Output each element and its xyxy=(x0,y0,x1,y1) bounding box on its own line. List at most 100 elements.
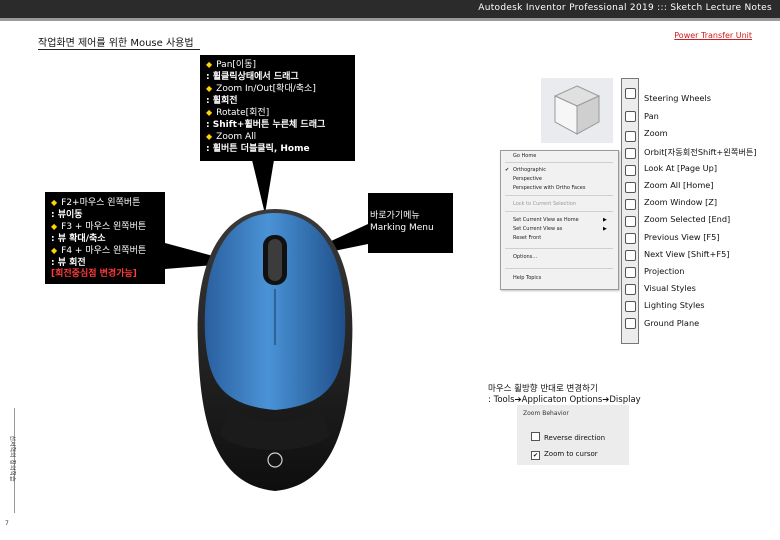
lighting-styles-icon[interactable] xyxy=(625,301,636,312)
nav-label-lighting-styles: Lighting Styles xyxy=(644,300,705,310)
viewcube-context-menu[interactable]: Go Home ✔ Orthographic Perspective Perspe… xyxy=(500,150,619,290)
ground-plane-icon[interactable] xyxy=(625,318,636,329)
nav-label-ground-plane: Ground Plane xyxy=(644,318,700,328)
pan-icon[interactable] xyxy=(625,111,636,122)
callout-line-text: [회전중심점 변경가능] xyxy=(51,269,137,279)
callout-line-text: F4 + 마우스 왼쪽버튼 xyxy=(61,246,147,256)
unit-link[interactable]: Power Transfer Unit xyxy=(674,31,752,40)
next-view-icon[interactable] xyxy=(625,250,636,261)
zoom-to-cursor-option[interactable]: ✔ Zoom to cursor xyxy=(531,450,598,460)
zoom-window-icon[interactable] xyxy=(625,199,636,210)
callout-line: : 뷰이동 xyxy=(51,210,159,222)
check-icon: ✔ xyxy=(505,167,510,173)
menu-item-lock-selection: Lock to Current Selection xyxy=(513,201,577,207)
menu-separator xyxy=(505,268,613,269)
callout-line-text: F2+마우스 왼쪽버튼 xyxy=(61,198,141,208)
nav-label-zoom-window: Zoom Window [Z] xyxy=(644,197,718,207)
zoom-behavior-legend: Zoom Behavior xyxy=(523,410,569,417)
nav-label-next-view: Next View [Shift+F5] xyxy=(644,249,730,259)
visual-styles-icon[interactable] xyxy=(625,284,636,295)
mouse-wheel-callout: ◆ Pan[이동]: 휠클릭상태에서 드래그 ◆ Zoom In/Out[확대/축소]… xyxy=(200,55,355,161)
title-divider xyxy=(0,18,780,21)
callout-line-text: Zoom All xyxy=(216,132,257,142)
menu-item-go-home[interactable]: Go Home xyxy=(513,153,536,159)
submenu-arrow-icon: ▶ xyxy=(603,226,607,232)
diamond-bullet-icon: ◆ xyxy=(206,84,213,93)
callout-line-text: : 뷰이동 xyxy=(51,209,83,220)
diamond-bullet-icon: ◆ xyxy=(206,108,213,117)
reverse-wheel-title: 마우스 휠방향 반대로 변경하기 xyxy=(488,384,598,394)
callout-line: : 뷰 확대/축소 xyxy=(51,234,159,246)
menu-item-orthographic[interactable]: ✔ Orthographic xyxy=(505,167,546,173)
nav-label-zoom-selected: Zoom Selected [End] xyxy=(644,214,731,224)
menu-item-help[interactable]: Help Topics xyxy=(513,275,541,281)
callout-line: : 휠클릭상태에서 드래그 xyxy=(206,72,349,84)
callout-line-text: : 뷰 회전 xyxy=(51,257,86,268)
nav-label-orbit: Orbit[자동회전Shift+왼쪽버튼] xyxy=(644,147,757,157)
callout-line-text: Zoom In/Out[확대/축소] xyxy=(216,84,316,94)
menu-item-perspective-ortho[interactable]: Perspective with Ortho Faces xyxy=(513,185,585,191)
marking-menu-label-ko: 바로가기메뉴 xyxy=(370,211,420,221)
nav-label-pan: Pan xyxy=(644,111,659,121)
viewcube-icon[interactable] xyxy=(541,78,613,143)
callout-line-text: Pan[이동] xyxy=(216,60,256,70)
callout-line: ◆ Zoom All xyxy=(206,131,349,144)
nav-label-look-at: Look At [Page Up] xyxy=(644,163,718,173)
callout-line-text: : 휠회전 xyxy=(206,95,238,106)
submenu-arrow-icon: ▶ xyxy=(603,217,607,223)
callout-line-text: F3 + 마우스 왼쪽버튼 xyxy=(61,222,147,232)
side-label: 신서혁의 창의학습 xyxy=(3,410,16,510)
document-title: Autodesk Inventor Professional 2019 ::: … xyxy=(478,3,772,13)
page-number: 7 xyxy=(5,520,9,527)
callout-line: ◆ Rotate[회전] xyxy=(206,107,349,120)
orbit-icon[interactable] xyxy=(625,148,636,159)
callout-line: ◆ Zoom In/Out[확대/축소] xyxy=(206,83,349,96)
callout-line-text: : 휠클릭상태에서 드래그 xyxy=(206,71,299,82)
marking-menu-callout: 바로가기메뉴 Marking Menu xyxy=(368,193,453,253)
menu-item-set-home[interactable]: Set Current View as Home xyxy=(513,217,579,223)
callout-line: [회전중심점 변경가능] xyxy=(51,269,159,281)
zoom-selected-icon[interactable] xyxy=(625,216,636,227)
section-title: 작업화면 제어를 위한 Mouse 사용법 xyxy=(38,34,200,50)
menu-item-reset-front[interactable]: Reset Front xyxy=(513,235,541,241)
diamond-bullet-icon: ◆ xyxy=(51,222,58,231)
zoom-all-icon[interactable] xyxy=(625,182,636,193)
function-key-callout: ◆ F2+마우스 왼쪽버튼: 뷰이동 ◆ F3 + 마우스 왼쪽버튼: 뷰 확대/축소… xyxy=(45,192,165,284)
nav-label-projection: Projection xyxy=(644,266,685,276)
look-at-icon[interactable] xyxy=(625,165,636,176)
previous-view-icon[interactable] xyxy=(625,233,636,244)
callout-line: : 휠회전 xyxy=(206,96,349,108)
nav-label-previous-view: Previous View [F5] xyxy=(644,232,720,242)
reverse-direction-option[interactable]: Reverse direction xyxy=(531,432,605,442)
menu-separator xyxy=(505,195,613,196)
callout-line: ◆ F4 + 마우스 왼쪽버튼 xyxy=(51,245,159,258)
menu-item-perspective[interactable]: Perspective xyxy=(513,176,542,182)
diamond-bullet-icon: ◆ xyxy=(51,198,58,207)
marking-menu-label-en: Marking Menu xyxy=(370,222,434,233)
menu-item-label: Orthographic xyxy=(513,167,546,173)
menu-separator xyxy=(505,162,613,163)
nav-label-steering-wheels: Steering Wheels xyxy=(644,93,712,103)
zoom-to-cursor-checkbox[interactable]: ✔ xyxy=(531,451,540,460)
callout-line-text: Rotate[회전] xyxy=(216,108,270,118)
menu-item-options[interactable]: Options... xyxy=(513,254,537,260)
zoom-behavior-panel: Zoom Behavior Reverse direction ✔ Zoom to… xyxy=(517,405,629,465)
zoom-icon[interactable] xyxy=(625,131,636,142)
projection-icon[interactable] xyxy=(625,267,636,278)
diamond-bullet-icon: ◆ xyxy=(51,246,58,255)
callout-line-text: : 휠버튼 더블클릭, Home xyxy=(206,143,310,154)
nav-label-zoom: Zoom xyxy=(644,128,668,138)
callout-line: : Shift+휠버튼 누른체 드래그 xyxy=(206,120,349,132)
navigation-toolbar[interactable] xyxy=(621,78,639,344)
menu-separator xyxy=(505,211,613,212)
diamond-bullet-icon: ◆ xyxy=(206,132,213,141)
zoom-to-cursor-label: Zoom to cursor xyxy=(544,450,598,458)
steering-wheels-icon[interactable] xyxy=(625,88,636,99)
callout-line: ◆ Pan[이동] xyxy=(206,59,349,72)
reverse-direction-checkbox[interactable] xyxy=(531,432,540,441)
callout-line: ◆ F2+마우스 왼쪽버튼 xyxy=(51,197,159,210)
side-label-text: 신서혁의 창의학습 xyxy=(8,435,16,482)
menu-item-set-view[interactable]: Set Current View as xyxy=(513,226,562,232)
menu-separator xyxy=(505,248,613,249)
reverse-wheel-path: : Tools➔Applicaton Options➔Display xyxy=(488,395,641,405)
